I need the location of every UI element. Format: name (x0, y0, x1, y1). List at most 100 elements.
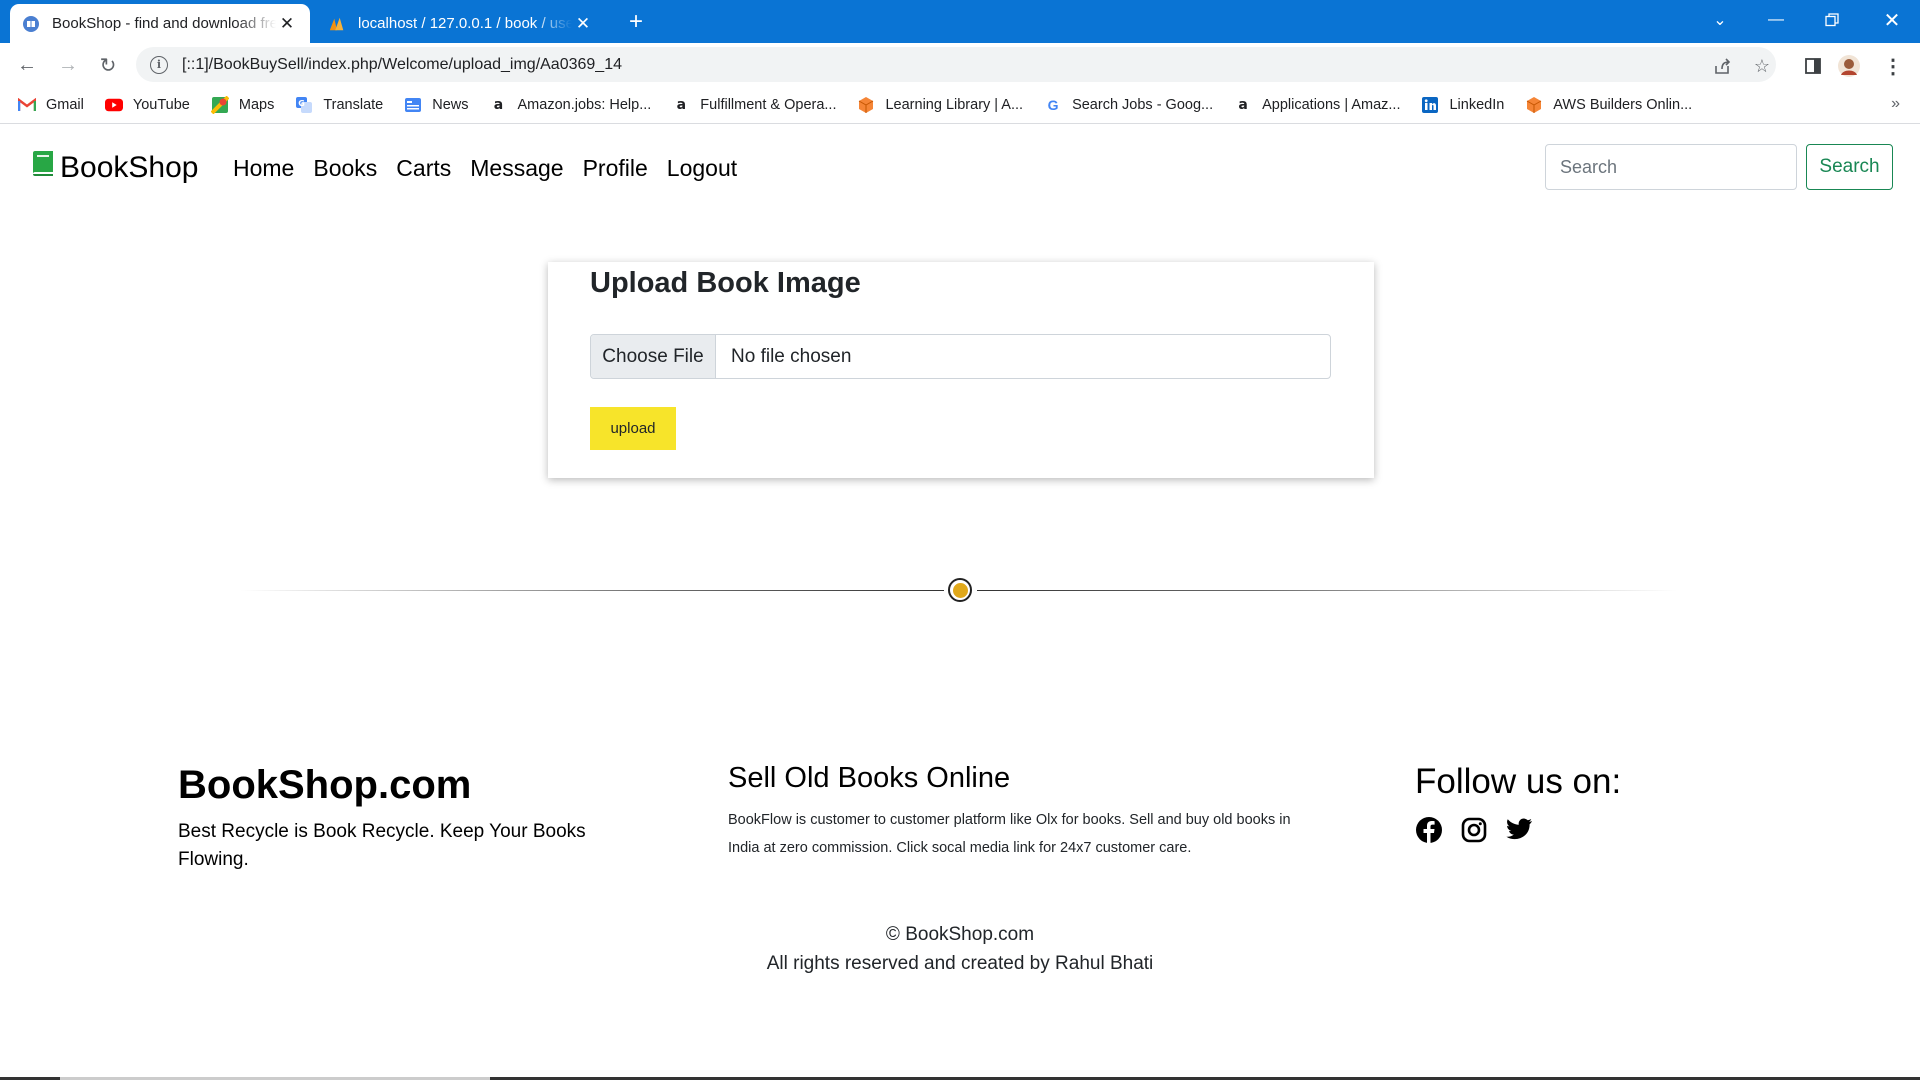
twitter-icon[interactable] (1505, 818, 1533, 842)
amazon-icon: a (1238, 96, 1248, 113)
back-arrow-icon[interactable]: ← (12, 50, 42, 80)
bookmark-search-jobs[interactable]: G Search Jobs - Goog... (1044, 96, 1214, 114)
divider-line-left (240, 590, 944, 591)
facebook-icon[interactable] (1415, 816, 1443, 844)
tab-title: BookShop - find and download free books (52, 15, 276, 32)
profile-avatar[interactable] (1836, 53, 1862, 79)
brand-name: BookShop (60, 151, 199, 184)
upload-title: Upload Book Image (590, 267, 861, 299)
site-info-icon[interactable]: i (150, 55, 168, 74)
google-icon: G (1047, 96, 1059, 113)
bookmark-fulfillment[interactable]: a Fulfillment & Opera... (672, 96, 837, 114)
bookmark-label: Maps (238, 96, 275, 113)
close-tab-icon[interactable]: ✕ (572, 13, 594, 35)
nav-carts[interactable]: Carts (396, 155, 451, 182)
phpmyadmin-favicon-icon (328, 15, 346, 33)
social-links (1415, 816, 1621, 844)
bookmark-maps[interactable]: Maps (210, 95, 275, 114)
bookmark-gmail[interactable]: Gmail (18, 96, 84, 114)
address-bar-row: ← → ↻ i [::1]/BookBuySell/index.php/Welc… (0, 43, 1920, 86)
minimize-icon[interactable]: — (1748, 0, 1804, 40)
share-icon[interactable] (1710, 54, 1734, 78)
credits-text: All rights reserved and created by Rahul… (766, 953, 1154, 974)
translate-icon: G (295, 96, 313, 114)
bookmark-label: Fulfillment & Opera... (700, 96, 837, 113)
footer-brand-column: BookShop.com Best Recycle is Book Recycl… (178, 762, 598, 874)
bookmark-star-icon[interactable]: ☆ (1750, 54, 1774, 78)
browser-tab-strip: BookShop - find and download free books … (0, 0, 1920, 43)
instagram-icon[interactable] (1461, 817, 1487, 843)
search-input[interactable] (1545, 144, 1797, 190)
browser-menu-icon[interactable]: ⋮ (1880, 53, 1906, 79)
main-nav-links: Home Books Carts Message Profile Logout (233, 155, 756, 182)
amazon-icon: a (676, 96, 687, 113)
bookmark-label: LinkedIn (1449, 96, 1505, 113)
close-tab-icon[interactable]: ✕ (276, 13, 298, 35)
url-text[interactable]: [::1]/BookBuySell/index.php/Welcome/uplo… (182, 56, 622, 74)
bookmark-label: Applications | Amaz... (1262, 96, 1401, 113)
bookmark-label: Translate (323, 96, 384, 113)
nav-logout[interactable]: Logout (667, 155, 737, 182)
bookmark-label: Learning Library | A... (885, 96, 1024, 113)
divider-ornament (948, 578, 972, 602)
bookmark-learning-library[interactable]: Learning Library | A... (857, 96, 1023, 114)
bookmark-aws-builders[interactable]: AWS Builders Onlin... (1525, 96, 1692, 114)
nav-profile[interactable]: Profile (583, 155, 648, 182)
footer-about-column: Sell Old Books Online BookFlow is custom… (728, 760, 1318, 862)
choose-file-button[interactable]: Choose File (591, 335, 716, 378)
bookmarks-overflow-icon[interactable]: » (1891, 95, 1900, 113)
footer-about-text: BookFlow is customer to customer platfor… (728, 812, 1291, 856)
youtube-icon (104, 96, 123, 114)
bookmark-youtube[interactable]: YouTube (104, 96, 190, 114)
tab-phpmyadmin[interactable]: localhost / 127.0.0.1 / book / users ✕ (316, 4, 606, 43)
nav-home[interactable]: Home (233, 155, 294, 182)
nav-books[interactable]: Books (313, 155, 377, 182)
bookmark-applications[interactable]: a Applications | Amaz... (1234, 96, 1400, 114)
aws-icon (857, 96, 875, 114)
new-tab-plus-icon[interactable]: + (622, 8, 650, 36)
bookmark-label: YouTube (132, 96, 190, 113)
footer-tagline: Best Recycle is Book Recycle. Keep Your … (178, 821, 586, 870)
bookshop-favicon-icon (22, 15, 40, 33)
divider-line-right (977, 590, 1677, 591)
close-window-icon[interactable]: ✕ (1864, 0, 1920, 40)
copyright-block: © BookShop.com All rights reserved and c… (0, 920, 1920, 978)
bookmark-label: Search Jobs - Goog... (1072, 96, 1214, 113)
file-status-text: No file chosen (731, 345, 852, 367)
linkedin-icon (1421, 96, 1439, 114)
bookmark-linkedin[interactable]: LinkedIn (1421, 96, 1504, 114)
footer-brand: BookShop.com (178, 763, 472, 807)
footer-about-title: Sell Old Books Online (728, 762, 1011, 794)
book-icon (30, 150, 56, 186)
news-icon (404, 96, 422, 114)
search-button[interactable]: Search (1806, 144, 1893, 190)
bookmark-label: AWS Builders Onlin... (1553, 96, 1693, 113)
brand-logo[interactable]: BookShop (30, 150, 198, 186)
tab-search-chevron-icon[interactable]: ⌄ (1692, 0, 1748, 40)
forward-arrow-icon[interactable]: → (53, 50, 83, 80)
bookmark-label: Gmail (46, 96, 84, 113)
bookmark-translate[interactable]: G Translate (295, 96, 383, 114)
footer-follow-title: Follow us on: (1415, 762, 1622, 801)
bookmark-label: Amazon.jobs: Help... (517, 96, 652, 113)
file-input[interactable]: Choose File No file chosen (590, 334, 1331, 379)
tab-title: localhost / 127.0.0.1 / book / users (358, 15, 572, 32)
tab-bookshop[interactable]: BookShop - find and download free books … (10, 4, 310, 43)
upload-button[interactable]: upload (590, 407, 676, 450)
nav-message[interactable]: Message (470, 155, 563, 182)
upload-card: Upload Book Image Choose File No file ch… (548, 262, 1374, 478)
gmail-icon (18, 96, 36, 114)
copyright-text: © BookShop.com (885, 924, 1035, 945)
omnibox[interactable]: i [::1]/BookBuySell/index.php/Welcome/up… (136, 47, 1776, 82)
bookmarks-bar: Gmail YouTube Maps G Translate News a Am… (0, 86, 1920, 124)
footer-follow-column: Follow us on: (1415, 762, 1621, 844)
reload-icon[interactable]: ↻ (93, 50, 123, 80)
restore-icon[interactable] (1804, 0, 1860, 40)
site-navbar: BookShop Home Books Carts Message Profil… (0, 130, 1920, 206)
bookmark-amazon-jobs[interactable]: a Amazon.jobs: Help... (490, 96, 652, 114)
bookmark-news[interactable]: News (404, 96, 469, 114)
maps-icon (210, 95, 229, 114)
svg-text:G: G (299, 99, 306, 108)
amazon-icon: a (493, 96, 504, 113)
side-panel-icon[interactable] (1800, 53, 1826, 79)
